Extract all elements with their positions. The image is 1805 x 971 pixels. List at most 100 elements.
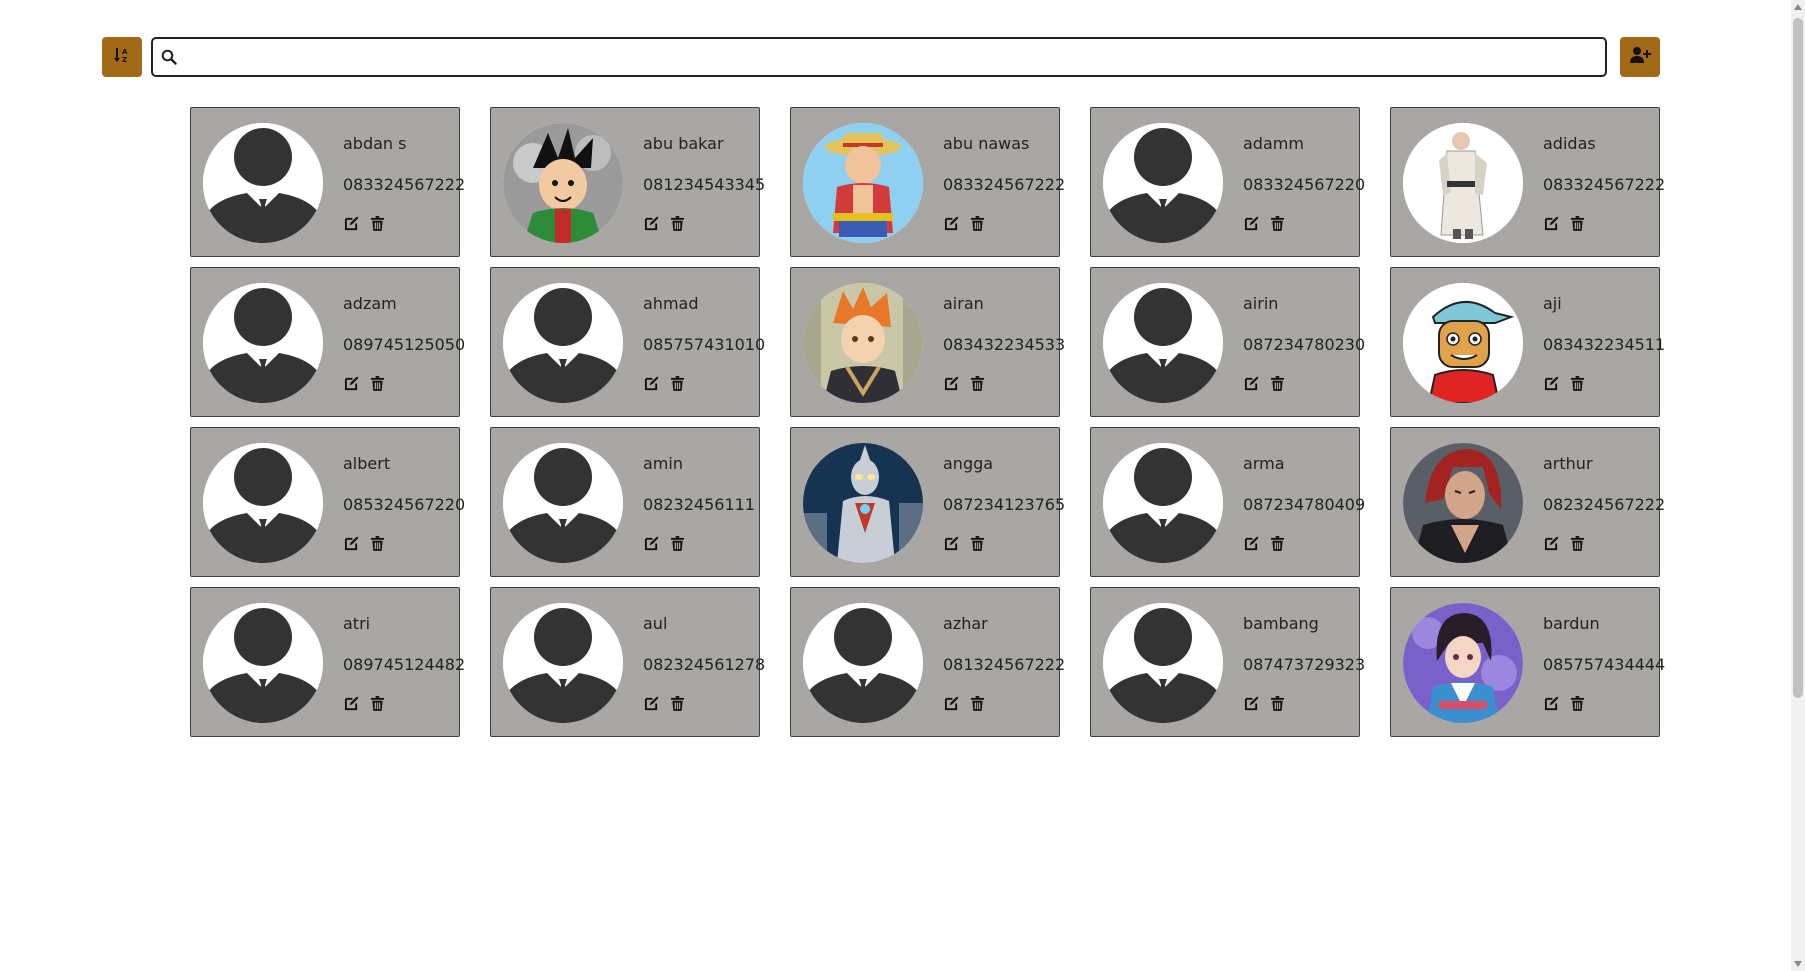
- contact-phone: 083324567222: [343, 175, 466, 194]
- search-icon: [161, 49, 177, 69]
- contact-phone: 085757434444: [1543, 655, 1666, 674]
- edit-icon[interactable]: [343, 535, 360, 552]
- contact-name: abu bakar: [643, 134, 724, 153]
- default-avatar-icon: [503, 603, 623, 723]
- scroll-up-arrow[interactable]: [1794, 4, 1802, 10]
- trash-icon[interactable]: [369, 215, 386, 232]
- avatar: [1403, 443, 1523, 563]
- edit-icon[interactable]: [643, 535, 660, 552]
- contact-phone: 081234543345: [643, 175, 766, 194]
- contact-actions: [1543, 215, 1586, 232]
- edit-icon[interactable]: [943, 375, 960, 392]
- trash-icon[interactable]: [969, 215, 986, 232]
- trash-icon[interactable]: [1269, 215, 1286, 232]
- contact-name: adidas: [1543, 134, 1596, 153]
- search-box: [151, 37, 1607, 77]
- contact-card: angga 087234123765: [790, 427, 1065, 577]
- contact-name: adzam: [343, 294, 397, 313]
- contact-phone: 087473729323: [1243, 655, 1366, 674]
- contact-actions: [343, 535, 386, 552]
- contact-card: bardun 085757434444: [1390, 587, 1665, 737]
- edit-icon[interactable]: [1243, 215, 1260, 232]
- contact-actions: [943, 695, 986, 712]
- trash-icon[interactable]: [1569, 695, 1586, 712]
- avatar: [1403, 283, 1523, 403]
- contact-actions: [943, 375, 986, 392]
- trash-icon[interactable]: [969, 535, 986, 552]
- contact-actions: [343, 215, 386, 232]
- edit-icon[interactable]: [1243, 535, 1260, 552]
- scroll-down-arrow[interactable]: [1794, 961, 1802, 967]
- edit-icon[interactable]: [1543, 375, 1560, 392]
- contact-actions: [1243, 215, 1286, 232]
- trash-icon[interactable]: [669, 695, 686, 712]
- contact-phone: 082324561278: [643, 655, 766, 674]
- scrollbar[interactable]: [1791, 0, 1805, 971]
- trash-icon[interactable]: [1569, 375, 1586, 392]
- contact-phone: 087234780230: [1243, 335, 1366, 354]
- contact-phone: 082324567222: [1543, 495, 1666, 514]
- trash-icon[interactable]: [369, 375, 386, 392]
- contact-actions: [643, 695, 686, 712]
- contact-card: aji 083432234511: [1390, 267, 1665, 417]
- edit-icon[interactable]: [343, 375, 360, 392]
- edit-icon[interactable]: [643, 375, 660, 392]
- edit-icon[interactable]: [1543, 215, 1560, 232]
- trash-icon[interactable]: [669, 215, 686, 232]
- add-contact-button[interactable]: [1620, 37, 1660, 77]
- contact-phone: 085757431010: [643, 335, 766, 354]
- edit-icon[interactable]: [1243, 375, 1260, 392]
- trash-icon[interactable]: [969, 375, 986, 392]
- default-avatar-icon: [203, 603, 323, 723]
- edit-icon[interactable]: [943, 215, 960, 232]
- contact-phone: 087234123765: [943, 495, 1066, 514]
- contact-actions: [1543, 375, 1586, 392]
- trash-icon[interactable]: [669, 375, 686, 392]
- trash-icon[interactable]: [369, 695, 386, 712]
- default-avatar-icon: [803, 603, 923, 723]
- contact-name: albert: [343, 454, 391, 473]
- contact-card: adzam 089745125050: [190, 267, 465, 417]
- trash-icon[interactable]: [1269, 695, 1286, 712]
- avatar: [1403, 123, 1523, 243]
- contact-name: aul: [643, 614, 668, 633]
- avatar: [803, 283, 923, 403]
- contact-phone: 081324567222: [943, 655, 1066, 674]
- edit-icon[interactable]: [643, 215, 660, 232]
- edit-icon[interactable]: [643, 695, 660, 712]
- edit-icon[interactable]: [943, 695, 960, 712]
- scroll-thumb[interactable]: [1793, 18, 1803, 698]
- trash-icon[interactable]: [1569, 535, 1586, 552]
- contact-phone: 089745125050: [343, 335, 466, 354]
- contact-actions: [643, 375, 686, 392]
- edit-icon[interactable]: [943, 535, 960, 552]
- contact-actions: [1543, 695, 1586, 712]
- edit-icon[interactable]: [1543, 695, 1560, 712]
- contact-name: ahmad: [643, 294, 699, 313]
- edit-icon[interactable]: [1243, 695, 1260, 712]
- trash-icon[interactable]: [1269, 375, 1286, 392]
- contact-card: abu nawas 083324567222: [790, 107, 1065, 257]
- trash-icon[interactable]: [969, 695, 986, 712]
- avatar: [503, 123, 623, 243]
- default-avatar-icon: [203, 283, 323, 403]
- contact-actions: [643, 215, 686, 232]
- trash-icon[interactable]: [369, 535, 386, 552]
- contact-card: airan 083432234533: [790, 267, 1065, 417]
- contact-name: angga: [943, 454, 994, 473]
- default-avatar-icon: [503, 443, 623, 563]
- trash-icon[interactable]: [1269, 535, 1286, 552]
- contact-name: azhar: [943, 614, 988, 633]
- contact-name: aji: [1543, 294, 1562, 313]
- edit-icon[interactable]: [343, 215, 360, 232]
- edit-icon[interactable]: [343, 695, 360, 712]
- contact-card: airin 087234780230: [1090, 267, 1365, 417]
- contact-actions: [1243, 375, 1286, 392]
- contact-card: adidas 083324567222: [1390, 107, 1665, 257]
- contact-name: arthur: [1543, 454, 1593, 473]
- search-input[interactable]: [189, 43, 1593, 73]
- trash-icon[interactable]: [1569, 215, 1586, 232]
- sort-button[interactable]: A Z: [102, 37, 142, 77]
- edit-icon[interactable]: [1543, 535, 1560, 552]
- trash-icon[interactable]: [669, 535, 686, 552]
